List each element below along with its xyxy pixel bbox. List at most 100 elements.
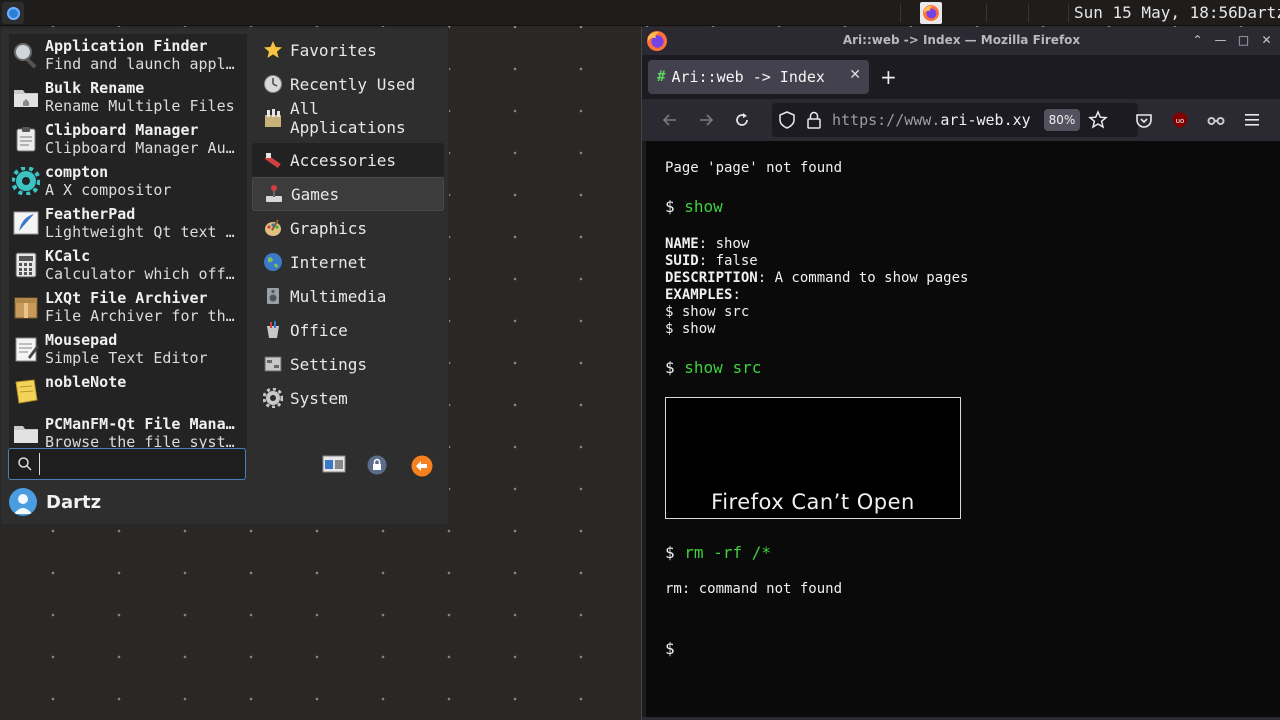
app-name: Bulk Rename <box>45 79 145 97</box>
category-label: System <box>290 388 348 408</box>
category-internet[interactable]: Internet <box>252 245 444 279</box>
search-icon <box>18 457 32 471</box>
multimedia-icon <box>262 285 284 307</box>
category-label: Favorites <box>290 40 377 60</box>
menu-search-box[interactable] <box>8 448 246 480</box>
category-label: Multimedia <box>290 286 387 306</box>
collapse-icon[interactable]: ⌃ <box>1189 31 1206 49</box>
top-panel: Sun 15 May, 18:56Dartz <box>0 0 1280 26</box>
panel-separator <box>1028 4 1029 22</box>
svg-text:uo: uo <box>1176 117 1185 125</box>
app-item-bulk-rename[interactable]: Bulk Rename Rename Multiple Files <box>9 76 247 118</box>
logout-button[interactable] <box>411 455 433 481</box>
user-row[interactable]: Dartz <box>9 488 101 516</box>
shield-icon[interactable] <box>778 111 796 129</box>
palette-icon <box>262 217 284 239</box>
input-prompt[interactable]: $ <box>665 639 675 658</box>
apps-icon <box>262 107 284 129</box>
app-item-lxqt-file-archiver[interactable]: LXQt File Archiver File Archiver for th… <box>9 286 247 328</box>
folder-icon <box>11 82 41 112</box>
output-rm: rm: command not found <box>665 581 843 597</box>
start-menu-button[interactable] <box>2 2 24 24</box>
window-titlebar[interactable]: Ari::web -> Index — Mozilla Firefox ⌃ — … <box>642 27 1280 55</box>
category-games[interactable]: Games <box>252 177 444 211</box>
app-item-clipboard-manager[interactable]: Clipboard Manager Clipboard Manager Au… <box>9 118 247 160</box>
app-item-featherpad[interactable]: FeatherPad Lightweight Qt text … <box>9 202 247 244</box>
category-settings[interactable]: Settings <box>252 347 444 381</box>
bookmark-star-icon[interactable] <box>1088 110 1108 130</box>
app-list[interactable]: Application Finder Find and launch appl…… <box>9 34 247 448</box>
app-item-kcalc[interactable]: KCalc Calculator which off… <box>9 244 247 286</box>
feather-icon <box>11 208 41 238</box>
command-show: $ show <box>665 197 723 216</box>
firefox-icon <box>923 5 939 21</box>
notepad-icon <box>11 334 41 364</box>
app-desc: Calculator which off… <box>45 265 235 283</box>
panel-user-text: Dartz <box>1237 3 1280 22</box>
output-description: DESCRIPTION: A command to show pages <box>665 270 969 286</box>
command-text: rm -rf /* <box>684 543 771 562</box>
app-menu-button[interactable] <box>1240 108 1264 132</box>
category-accessories[interactable]: Accessories <box>252 143 444 177</box>
app-desc: A X compositor <box>45 181 172 199</box>
category-system[interactable]: System <box>252 381 444 415</box>
clipboard-icon <box>11 124 41 154</box>
category-label: Accessories <box>290 150 396 170</box>
menu-search-input[interactable] <box>39 453 239 475</box>
command-show-src: $ show src <box>665 358 761 377</box>
zoom-indicator[interactable]: 80% <box>1044 109 1080 131</box>
lxqt-logo-icon <box>6 6 20 20</box>
tab-ari-web-index[interactable]: # Ari::web -> Index ✕ <box>648 60 869 94</box>
pocket-icon <box>1136 114 1152 128</box>
app-name: FeatherPad <box>45 205 136 223</box>
category-label: Office <box>290 320 348 340</box>
clock-icon <box>262 73 284 95</box>
panel-clock[interactable]: Sun 15 May, 18:56Dartz <box>1074 3 1280 22</box>
category-graphics[interactable]: Graphics <box>252 211 444 245</box>
forward-button[interactable] <box>694 108 718 132</box>
hamburger-menu-icon <box>1245 114 1259 126</box>
lock-icon <box>367 455 387 475</box>
minimize-icon[interactable]: — <box>1212 31 1229 49</box>
maximize-icon[interactable]: □ <box>1235 31 1252 49</box>
url-bar[interactable]: https://www.ari-web.xy 80% <box>772 103 1138 137</box>
pocket-button[interactable] <box>1132 108 1156 132</box>
app-name: KCalc <box>45 247 91 265</box>
ublock-icon: uo <box>1173 112 1187 128</box>
app-item-pcmanfm-qt[interactable]: PCManFM-Qt File Mana… Browse the file sy… <box>9 412 247 448</box>
extension-button[interactable] <box>1204 108 1228 132</box>
category-office[interactable]: Office <box>252 313 444 347</box>
app-item-noblenote[interactable]: nobleNote <box>9 370 247 412</box>
logout-icon <box>411 455 433 477</box>
category-multimedia[interactable]: Multimedia <box>252 279 444 313</box>
note-icon <box>11 376 41 406</box>
category-favorites[interactable]: Favorites <box>252 33 444 67</box>
application-menu: Application Finder Find and launch appl…… <box>0 27 449 525</box>
new-tab-button[interactable]: + <box>880 65 897 89</box>
taskbar-firefox-button[interactable] <box>920 2 942 24</box>
command-rm: $ rm -rf /* <box>665 543 771 562</box>
close-icon[interactable]: ✕ <box>1258 31 1275 49</box>
tab-close-icon[interactable]: ✕ <box>849 67 861 83</box>
app-item-compton[interactable]: compton A X compositor <box>9 160 247 202</box>
back-button[interactable] <box>658 108 682 132</box>
output-example-2: $ show <box>665 321 716 337</box>
ublock-button[interactable]: uo <box>1168 108 1192 132</box>
category-recently-used[interactable]: Recently Used <box>252 67 444 101</box>
output-page-not-found: Page 'page' not found <box>665 160 843 176</box>
switch-user-button[interactable] <box>322 455 346 477</box>
embedded-frame[interactable]: Firefox Can’t Open <box>665 397 961 519</box>
reload-button[interactable] <box>730 108 754 132</box>
arrow-right-icon <box>700 114 714 126</box>
category-all-applications[interactable]: All Applications <box>252 99 444 137</box>
prompt: $ <box>665 197 675 216</box>
app-name: Clipboard Manager <box>45 121 199 139</box>
gear-icon <box>11 166 41 196</box>
panel-separator <box>986 4 987 22</box>
app-item-mousepad[interactable]: Mousepad Simple Text Editor <box>9 328 247 370</box>
app-name: Application Finder <box>45 37 208 55</box>
app-item-application-finder[interactable]: Application Finder Find and launch appl… <box>9 34 247 76</box>
lock-screen-button[interactable] <box>367 455 387 479</box>
panel-separator <box>900 4 901 22</box>
lock-icon[interactable] <box>806 111 822 129</box>
